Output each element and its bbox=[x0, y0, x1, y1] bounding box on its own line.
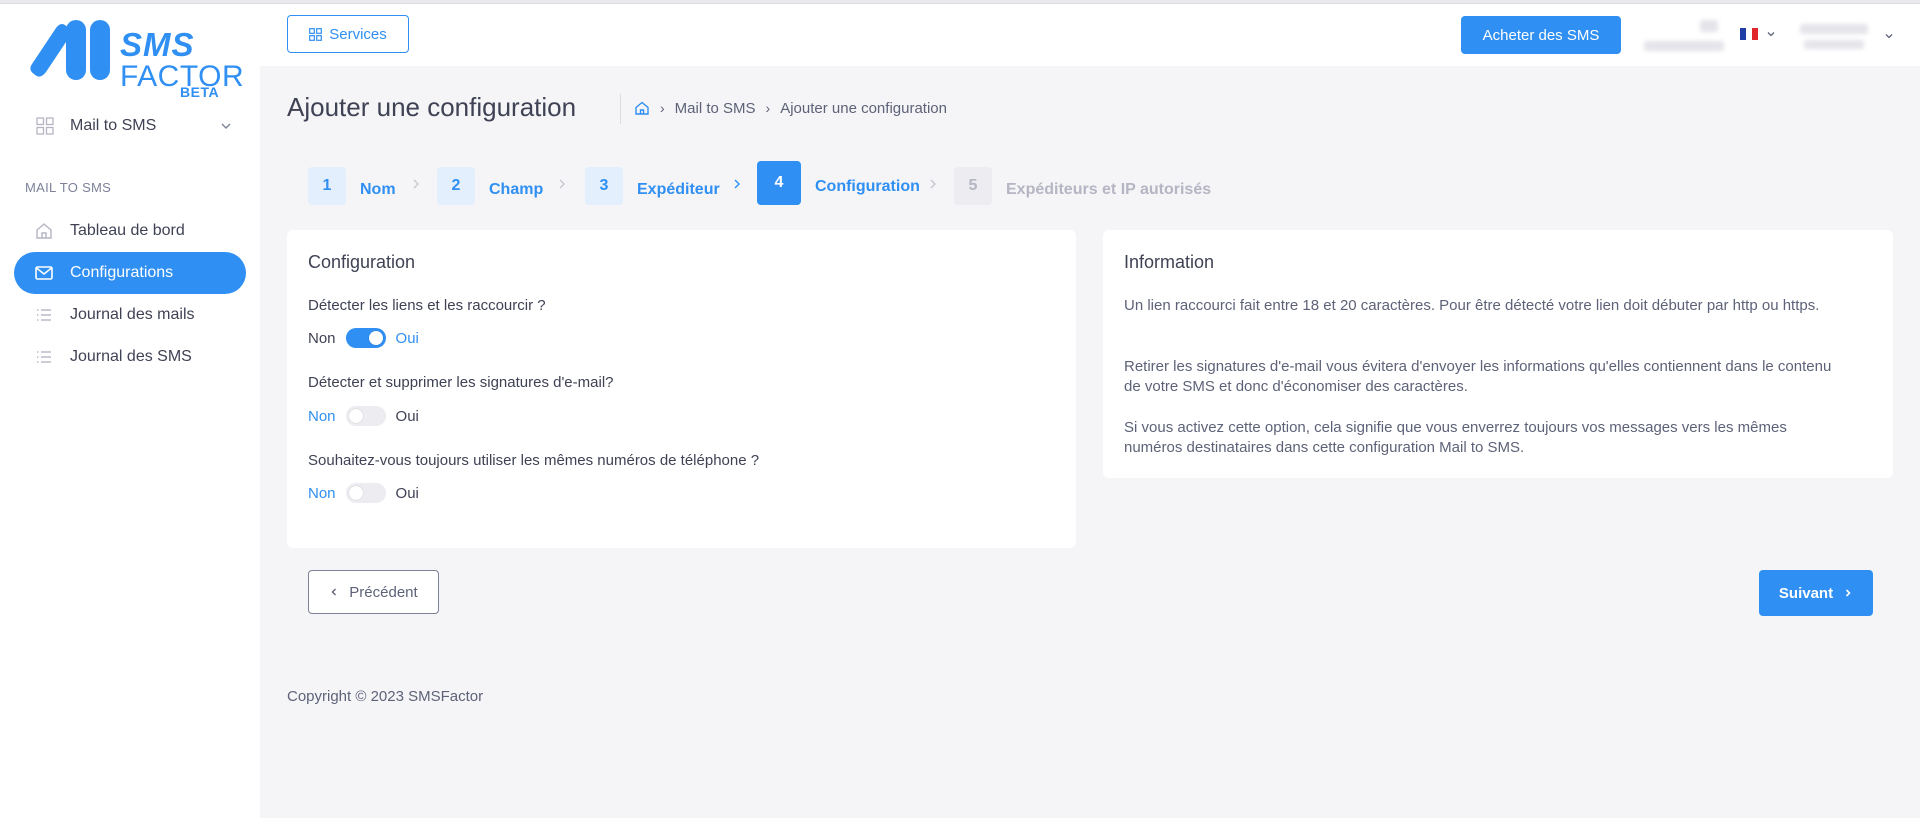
breadcrumb-item-mail-to-sms[interactable]: Mail to SMS bbox=[675, 100, 756, 117]
card-title: Configuration bbox=[308, 252, 416, 272]
user-name-blurred[interactable] bbox=[1800, 24, 1868, 34]
step-number: 3 bbox=[585, 167, 623, 205]
option-oui: Oui bbox=[395, 407, 419, 425]
list-icon bbox=[34, 347, 54, 367]
chevron-right-icon bbox=[1846, 589, 1851, 597]
logo-wordmark: SMS FACTOR bbox=[120, 28, 244, 92]
next-button[interactable]: Suivant bbox=[1759, 570, 1873, 616]
info-paragraph: Un lien raccourci fait entre 18 et 20 ca… bbox=[1124, 297, 1820, 314]
smsfactor-logo[interactable]: SMS FACTOR BETA bbox=[26, 16, 244, 100]
option-non: Non bbox=[308, 407, 336, 425]
previous-label: Précédent bbox=[349, 583, 418, 601]
beta-badge: BETA bbox=[180, 84, 220, 100]
question-same-numbers: Souhaitez-vous toujours utiliser les mêm… bbox=[308, 452, 760, 469]
sidebar-item-mail-log[interactable]: Journal des mails bbox=[14, 294, 246, 336]
module-label: Mail to SMS bbox=[70, 117, 157, 134]
chevron-right-icon bbox=[930, 179, 936, 189]
option-oui: Oui bbox=[395, 329, 419, 347]
toggle-knob bbox=[368, 331, 383, 345]
breadcrumb-item-current: Ajouter une configuration bbox=[780, 99, 947, 117]
sidebar: SMS FACTOR BETA Mail to SMS MAIL TO SMS … bbox=[0, 4, 260, 818]
previous-button[interactable]: Précédent bbox=[308, 570, 439, 614]
step-4[interactable]: 4 Configuration bbox=[757, 161, 920, 205]
configuration-card: Configuration Détecter les liens et les … bbox=[287, 230, 1076, 548]
remove-signatures-toggle[interactable] bbox=[345, 406, 386, 426]
services-button[interactable]: Services bbox=[287, 15, 409, 53]
grid-icon bbox=[36, 117, 54, 135]
home-icon[interactable] bbox=[634, 100, 650, 116]
toggle-knob bbox=[348, 486, 363, 500]
list-icon bbox=[34, 305, 54, 325]
grid-icon bbox=[309, 27, 323, 41]
toggle-row-shorten-links: Non Oui bbox=[308, 327, 419, 349]
option-non: Non bbox=[308, 484, 336, 502]
copyright-text: Copyright © 2023 SMSFactor bbox=[287, 688, 484, 705]
user-company-blurred bbox=[1804, 40, 1864, 49]
step-label: Expéditeurs et IP autorisés bbox=[1006, 181, 1212, 198]
chevron-right-icon bbox=[559, 179, 565, 189]
step-number: 5 bbox=[954, 167, 992, 205]
card-title: Information bbox=[1124, 252, 1215, 272]
next-label: Suivant bbox=[1778, 584, 1834, 602]
shorten-links-toggle[interactable] bbox=[345, 328, 386, 348]
sidebar-item-sms-log[interactable]: Journal des SMS bbox=[14, 336, 246, 378]
info-paragraph: Si vous activez cette option, cela signi… bbox=[1124, 419, 1787, 456]
sidebar-item-configurations[interactable]: Configurations bbox=[14, 252, 246, 294]
credit-balance-blurred bbox=[1700, 20, 1718, 32]
information-card: Information Un lien raccourci fait entre… bbox=[1103, 230, 1893, 478]
buy-sms-label: Acheter des SMS bbox=[1482, 26, 1600, 44]
sidebar-item-label: Configurations bbox=[70, 264, 174, 281]
module-selector[interactable]: Mail to SMS bbox=[36, 112, 232, 140]
info-paragraph: Retirer les signatures d'e-mail vous évi… bbox=[1124, 358, 1832, 395]
sidebar-item-label: Journal des mails bbox=[70, 306, 195, 323]
same-numbers-toggle[interactable] bbox=[345, 483, 386, 503]
top-header: Services Acheter des SMS bbox=[260, 4, 1920, 66]
title-divider bbox=[620, 94, 621, 124]
step-label: Expéditeur bbox=[637, 181, 720, 198]
toggle-knob bbox=[348, 409, 363, 423]
step-3[interactable]: 3 Expéditeur bbox=[585, 166, 720, 206]
logo-mark-icon bbox=[30, 20, 110, 80]
breadcrumb: › Mail to SMS › Ajouter une configuratio… bbox=[634, 98, 947, 118]
fr-flag-icon[interactable] bbox=[1740, 28, 1758, 40]
step-number: 2 bbox=[437, 167, 475, 205]
step-5: 5 Expéditeurs et IP autorisés bbox=[954, 166, 1211, 206]
page-title: Ajouter une configuration bbox=[287, 92, 577, 122]
step-number: 4 bbox=[757, 161, 801, 205]
toggle-row-same-numbers: Non Oui bbox=[308, 482, 419, 504]
sidebar-section-title: MAIL TO SMS bbox=[25, 180, 112, 195]
step-number: 1 bbox=[308, 167, 346, 205]
toggle-row-remove-signatures: Non Oui bbox=[308, 405, 419, 427]
account-info-blurred bbox=[1644, 41, 1724, 51]
step-label: Configuration bbox=[815, 178, 920, 195]
step-label: Nom bbox=[360, 181, 396, 198]
step-1[interactable]: 1 Nom bbox=[308, 166, 396, 206]
sidebar-nav: Tableau de bord Configurations Journal d… bbox=[14, 210, 246, 378]
logo-sms-text: SMS bbox=[120, 26, 195, 63]
question-remove-signatures: Détecter et supprimer les signatures d'e… bbox=[308, 374, 614, 391]
home-icon bbox=[34, 221, 54, 241]
question-shorten-links: Détecter les liens et les raccourcir ? bbox=[308, 297, 546, 314]
sidebar-item-label: Journal des SMS bbox=[70, 348, 192, 365]
step-label: Champ bbox=[489, 181, 544, 198]
chevron-left-icon bbox=[331, 588, 337, 596]
mail-icon bbox=[34, 263, 54, 283]
chevron-right-icon bbox=[734, 179, 740, 189]
user-menu-chevron-down-icon[interactable] bbox=[1884, 31, 1894, 41]
chevron-down-icon bbox=[221, 123, 231, 129]
language-chevron-down-icon[interactable] bbox=[1766, 29, 1776, 39]
sidebar-item-label: Tableau de bord bbox=[70, 222, 185, 239]
sidebar-item-dashboard[interactable]: Tableau de bord bbox=[14, 210, 246, 252]
services-label: Services bbox=[329, 25, 387, 43]
option-oui: Oui bbox=[395, 484, 419, 502]
step-2[interactable]: 2 Champ bbox=[437, 166, 543, 206]
option-non: Non bbox=[308, 329, 336, 347]
breadcrumb-separator: › bbox=[765, 100, 771, 116]
chevron-right-icon bbox=[413, 179, 419, 189]
buy-sms-button[interactable]: Acheter des SMS bbox=[1461, 16, 1621, 54]
breadcrumb-separator: › bbox=[660, 100, 665, 116]
